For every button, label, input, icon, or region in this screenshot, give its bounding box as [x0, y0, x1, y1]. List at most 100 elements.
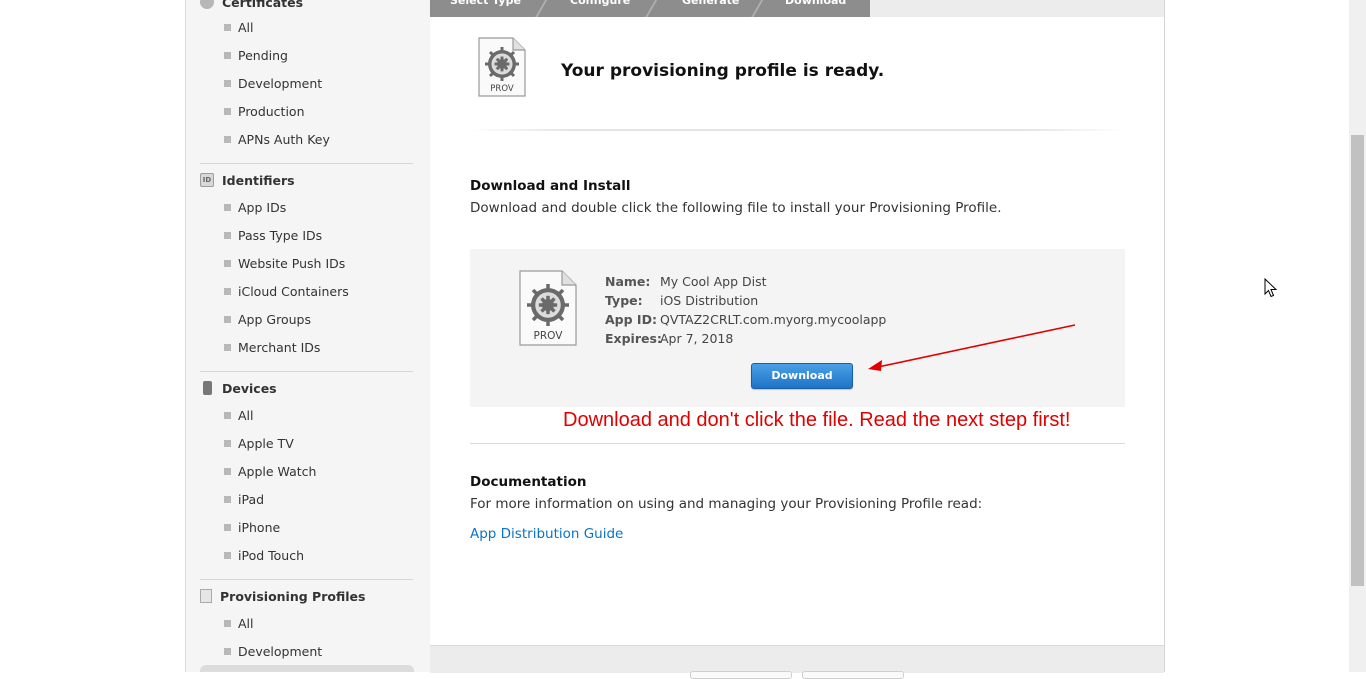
sidebar-item-label: Pending	[238, 47, 288, 63]
sidebar-item-apple-watch[interactable]: Apple Watch	[224, 463, 316, 479]
sidebar-item-label: iPod Touch	[238, 547, 304, 563]
documentation-heading: Documentation	[470, 474, 587, 490]
sidebar-item-label: Website Push IDs	[238, 255, 346, 271]
sidebar-item-selected[interactable]	[200, 665, 414, 672]
sidebar-item-website-push-ids[interactable]: Website Push IDs	[224, 255, 345, 271]
bullet-icon	[224, 523, 231, 531]
bullet-icon	[224, 231, 231, 239]
sidebar-section-label: Devices	[222, 380, 277, 396]
bullet-icon	[224, 287, 231, 295]
sidebar-section-devices[interactable]: Devices	[200, 378, 277, 398]
step-generate: Generate	[682, 0, 740, 7]
divider	[470, 443, 1125, 444]
sidebar-item-profiles-all[interactable]: All	[224, 615, 254, 631]
prov-file-icon: PROV	[478, 37, 526, 97]
sidebar-section-label: Identifiers	[222, 172, 295, 188]
sidebar-item-devices-all[interactable]: All	[224, 407, 254, 423]
sidebar-section-identifiers[interactable]: ID Identifiers	[200, 170, 295, 190]
footer-button[interactable]	[690, 671, 792, 679]
bullet-icon	[224, 135, 231, 143]
bullet-icon	[224, 551, 231, 559]
sidebar-item-label: All	[238, 615, 254, 631]
sidebar-item-certificates-production[interactable]: Production	[224, 103, 305, 119]
bullet-icon	[224, 495, 231, 503]
bullet-icon	[224, 647, 231, 655]
documentation-description: For more information on using and managi…	[470, 496, 983, 512]
step-download: Download	[785, 0, 847, 7]
sidebar-item-app-ids[interactable]: App IDs	[224, 199, 286, 215]
sidebar-item-label: Apple Watch	[238, 463, 317, 479]
step-select-type: Select Type	[450, 0, 521, 7]
app-distribution-guide-link[interactable]: App Distribution Guide	[470, 526, 623, 542]
bullet-icon	[224, 411, 231, 419]
prov-icon-label: PROV	[490, 84, 514, 94]
sidebar-section-label: Provisioning Profiles	[220, 588, 366, 604]
red-arrow-icon	[868, 324, 1076, 371]
sidebar-item-apple-tv[interactable]: Apple TV	[224, 435, 294, 451]
profile-type-value: iOS Distribution	[660, 293, 759, 308]
step-progress-bar: Select Type Configure Generate Download	[430, 0, 1164, 17]
step-separator	[643, 0, 659, 17]
step-separator	[749, 0, 765, 17]
download-install-description: Download and double click the following …	[470, 200, 1002, 216]
sidebar-item-certificates-apns[interactable]: APNs Auth Key	[224, 131, 330, 147]
profile-name-key: Name:	[605, 274, 651, 289]
mouse-cursor-icon	[1264, 278, 1278, 298]
step-bar-remainder	[870, 0, 1164, 17]
document-icon	[200, 589, 212, 603]
gear-icon	[200, 0, 214, 9]
sidebar-divider	[200, 163, 413, 164]
sidebar-item-certificates-development[interactable]: Development	[224, 75, 322, 91]
sidebar-item-label: Production	[238, 103, 305, 119]
sidebar-item-label: Development	[238, 75, 323, 91]
annotation-text: Download and don't click the file. Read …	[563, 409, 1071, 431]
bullet-icon	[224, 439, 231, 447]
sidebar-item-label: App IDs	[238, 199, 287, 215]
sidebar-item-app-groups[interactable]: App Groups	[224, 311, 311, 327]
page-title: Your provisioning profile is ready.	[561, 61, 885, 81]
bullet-icon	[224, 107, 231, 115]
step-separator	[533, 0, 549, 17]
sidebar-divider	[200, 371, 413, 372]
sidebar-item-label: Apple TV	[238, 435, 294, 451]
bullet-icon	[224, 619, 231, 627]
bullet-icon	[224, 467, 231, 475]
sidebar-item-label: Development	[238, 643, 323, 659]
footer-bar	[430, 645, 1164, 679]
bullet-icon	[224, 343, 231, 351]
sidebar-item-label: iPad	[238, 491, 265, 507]
sidebar-divider	[200, 579, 413, 580]
bullet-icon	[224, 315, 231, 323]
sidebar-section-certificates[interactable]: Certificates	[200, 0, 303, 12]
profile-name-row: Name: My Cool App Dist	[605, 274, 767, 290]
sidebar-item-label: Pass Type IDs	[238, 227, 323, 243]
download-install-heading: Download and Install	[470, 178, 631, 194]
sidebar-item-profiles-development[interactable]: Development	[224, 643, 322, 659]
profile-type-key: Type:	[605, 293, 643, 308]
profile-name-value: My Cool App Dist	[660, 274, 767, 289]
sidebar-item-certificates-pending[interactable]: Pending	[224, 47, 288, 63]
bullet-icon	[224, 259, 231, 267]
sidebar-item-merchant-ids[interactable]: Merchant IDs	[224, 339, 320, 355]
sidebar-section-provisioning-profiles[interactable]: Provisioning Profiles	[200, 586, 365, 606]
sidebar-item-certificates-all[interactable]: All	[224, 19, 254, 35]
profile-type-row: Type: iOS Distribution	[605, 293, 758, 309]
sidebar-item-label: APNs Auth Key	[238, 131, 330, 147]
page-scrollbar-thumb[interactable]	[1351, 135, 1364, 586]
sidebar-item-iphone[interactable]: iPhone	[224, 519, 280, 535]
sidebar-item-label: All	[238, 19, 254, 35]
divider	[470, 129, 1125, 131]
sidebar-item-label: iPhone	[238, 519, 281, 535]
bullet-icon	[224, 23, 231, 31]
sidebar-item-label: iCloud Containers	[238, 283, 349, 299]
device-icon	[203, 381, 212, 395]
bullet-icon	[224, 79, 231, 87]
bullet-icon	[224, 203, 231, 211]
sidebar-item-label: Merchant IDs	[238, 339, 321, 355]
sidebar-item-icloud-containers[interactable]: iCloud Containers	[224, 283, 349, 299]
sidebar-section-label: Certificates	[222, 0, 304, 10]
sidebar-item-ipad[interactable]: iPad	[224, 491, 264, 507]
footer-button[interactable]	[802, 671, 904, 679]
sidebar-item-pass-type-ids[interactable]: Pass Type IDs	[224, 227, 322, 243]
sidebar-item-ipod-touch[interactable]: iPod Touch	[224, 547, 304, 563]
